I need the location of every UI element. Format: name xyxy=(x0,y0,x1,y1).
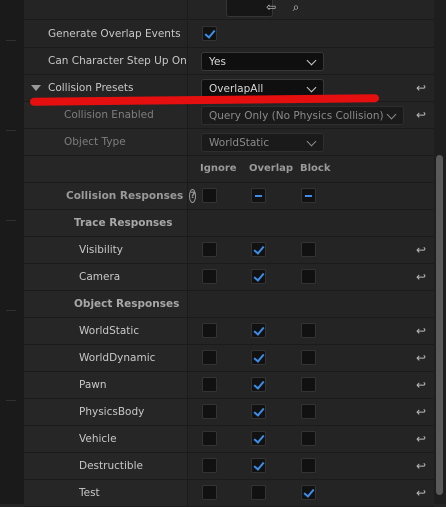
response-row: Pawn ↩ xyxy=(24,372,434,399)
reset-arrow-icon[interactable]: ↩ xyxy=(414,379,428,391)
step-up-row: Can Character Step Up On Yes xyxy=(24,48,434,75)
response-row: WorldStatic ↩ xyxy=(24,318,434,345)
all-ignore-checkbox[interactable] xyxy=(202,188,217,203)
ignore-checkbox[interactable] xyxy=(202,377,217,392)
overlap-checkbox[interactable] xyxy=(251,269,266,284)
back-arrow-icon[interactable]: ⇦ xyxy=(263,0,279,14)
object-responses-row: Object Responses xyxy=(24,291,434,318)
triangle-down-icon[interactable] xyxy=(31,85,41,91)
collision-enabled-value: Query Only (No Physics Collision) xyxy=(209,109,384,122)
response-label: WorldStatic xyxy=(79,325,140,337)
ignore-checkbox[interactable] xyxy=(202,485,217,500)
collision-presets-label: Collision Presets xyxy=(48,82,134,94)
overlap-checkbox[interactable] xyxy=(251,485,266,500)
ignore-checkbox[interactable] xyxy=(202,458,217,473)
generate-overlap-checkbox[interactable] xyxy=(202,26,217,41)
response-label: WorldDynamic xyxy=(79,352,156,364)
overlap-checkbox[interactable] xyxy=(251,377,266,392)
response-label: Test xyxy=(79,487,100,499)
chevron-down-icon xyxy=(306,55,317,66)
collision-enabled-row: Collision Enabled Query Only (No Physics… xyxy=(24,102,434,129)
ignore-checkbox[interactable] xyxy=(202,323,217,338)
all-block-checkbox[interactable] xyxy=(301,188,316,203)
object-responses-label: Object Responses xyxy=(74,298,180,310)
overlap-column-header: Overlap xyxy=(249,163,294,174)
block-checkbox[interactable] xyxy=(301,431,316,446)
response-row: Destructible ↩ xyxy=(24,453,434,480)
ignore-checkbox[interactable] xyxy=(202,404,217,419)
reset-arrow-icon[interactable]: ↩ xyxy=(414,487,428,499)
reset-arrow-icon[interactable]: ↩ xyxy=(414,109,428,121)
response-row: WorldDynamic ↩ xyxy=(24,345,434,372)
response-row: Camera ↩ xyxy=(24,264,434,291)
left-gutter xyxy=(0,0,25,504)
reset-arrow-icon[interactable]: ↩ xyxy=(414,460,428,472)
scrollbar-thumb[interactable] xyxy=(436,155,443,495)
reset-arrow-icon[interactable]: ↩ xyxy=(414,433,428,445)
response-label: Camera xyxy=(79,271,121,283)
collision-presets-value: OverlapAll xyxy=(209,82,264,95)
block-checkbox[interactable] xyxy=(301,377,316,392)
generate-overlap-label: Generate Overlap Events xyxy=(48,28,181,40)
object-type-dropdown[interactable]: WorldStatic xyxy=(201,133,324,152)
block-checkbox[interactable] xyxy=(301,242,316,257)
collision-enabled-dropdown[interactable]: Query Only (No Physics Collision) xyxy=(201,106,404,125)
block-checkbox[interactable] xyxy=(301,404,316,419)
trace-responses-row: Trace Responses xyxy=(24,210,434,237)
ignore-checkbox[interactable] xyxy=(202,269,217,284)
collision-responses-row: Collision Responses ? xyxy=(24,183,434,210)
search-asset-icon[interactable]: ⌕ xyxy=(288,0,304,14)
response-label: PhysicsBody xyxy=(79,406,145,418)
collision-enabled-label: Collision Enabled xyxy=(64,109,154,121)
block-checkbox[interactable] xyxy=(301,485,316,500)
block-checkbox[interactable] xyxy=(301,458,316,473)
column-header-row: Ignore Overlap Block xyxy=(24,156,434,183)
overlap-checkbox[interactable] xyxy=(251,242,266,257)
block-checkbox[interactable] xyxy=(301,269,316,284)
block-checkbox[interactable] xyxy=(301,350,316,365)
overlap-checkbox[interactable] xyxy=(251,323,266,338)
step-up-value: Yes xyxy=(209,55,226,68)
ignore-checkbox[interactable] xyxy=(202,350,217,365)
chevron-down-icon xyxy=(386,109,397,120)
step-up-label: Can Character Step Up On xyxy=(48,55,187,67)
chevron-down-icon xyxy=(306,136,317,147)
overlap-checkbox[interactable] xyxy=(251,431,266,446)
block-column-header: Block xyxy=(300,163,331,174)
overlap-checkbox[interactable] xyxy=(251,350,266,365)
object-type-label: Object Type xyxy=(64,136,126,148)
thumbnail-row: ⇦ ⌕ xyxy=(24,0,434,20)
reset-arrow-icon[interactable]: ↩ xyxy=(414,82,428,94)
all-overlap-checkbox[interactable] xyxy=(251,188,266,203)
response-row: PhysicsBody ↩ xyxy=(24,399,434,426)
overlap-checkbox[interactable] xyxy=(251,404,266,419)
object-type-value: WorldStatic xyxy=(209,136,270,149)
reset-arrow-icon[interactable]: ↩ xyxy=(414,325,428,337)
chevron-down-icon xyxy=(306,82,317,93)
ignore-checkbox[interactable] xyxy=(202,242,217,257)
trace-responses-label: Trace Responses xyxy=(74,217,173,229)
response-row: Visibility ↩ xyxy=(24,237,434,264)
reset-arrow-icon[interactable]: ↩ xyxy=(414,406,428,418)
response-label: Destructible xyxy=(79,460,143,472)
reset-arrow-icon[interactable]: ↩ xyxy=(414,244,428,256)
reset-arrow-icon[interactable]: ↩ xyxy=(414,271,428,283)
response-row: Vehicle ↩ xyxy=(24,426,434,453)
response-label: Pawn xyxy=(79,379,107,391)
overlap-checkbox[interactable] xyxy=(251,458,266,473)
object-type-row: Object Type WorldStatic xyxy=(24,129,434,156)
step-up-dropdown[interactable]: Yes xyxy=(201,52,324,71)
collision-responses-label: Collision Responses xyxy=(66,190,184,202)
response-row: Test ↩ xyxy=(24,480,434,507)
response-label: Visibility xyxy=(79,244,124,256)
ignore-checkbox[interactable] xyxy=(202,431,217,446)
ignore-column-header: Ignore xyxy=(200,163,237,174)
help-icon[interactable]: ? xyxy=(189,189,197,203)
generate-overlap-row: Generate Overlap Events xyxy=(24,21,434,48)
response-label: Vehicle xyxy=(79,433,117,445)
details-panel: ⇦ ⌕ Generate Overlap Events Can Characte… xyxy=(24,0,434,507)
block-checkbox[interactable] xyxy=(301,323,316,338)
reset-arrow-icon[interactable]: ↩ xyxy=(414,352,428,364)
